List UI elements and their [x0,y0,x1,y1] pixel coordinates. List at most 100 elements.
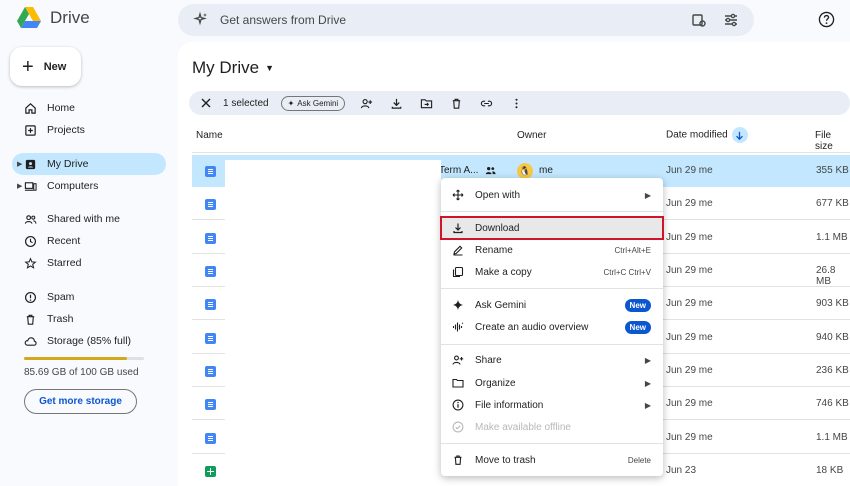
menu-item-file-information[interactable]: File information ▶ [441,394,663,416]
submenu-arrow-icon: ▶ [644,355,651,365]
google-doc-icon [205,299,216,310]
sidebar-item-spam[interactable]: Spam [0,286,168,308]
date-modified: Jun 29 me [666,165,713,176]
menu-item-label: Make available offline [475,421,571,433]
trash-icon [22,311,38,327]
search-input[interactable]: Get answers from Drive [220,13,676,27]
column-header-size[interactable]: File size [815,130,850,152]
date-modified: Jun 29 me [666,332,713,343]
drive-logo[interactable]: Drive [16,6,90,30]
sidebar-item-trash[interactable]: Trash [0,308,168,330]
drive-window: Drive Get answers from Drive + New Home [0,0,850,486]
menu-item-download[interactable]: Download [440,216,664,240]
date-modified: Jun 23 [666,465,697,476]
trash-icon[interactable] [441,91,471,115]
shortcut-text: Ctrl+Alt+E [614,245,651,255]
menu-divider [441,443,663,444]
close-icon[interactable] [193,91,219,115]
computers-icon [22,178,38,194]
file-size: 903 KB [816,298,849,309]
menu-item-label: Move to trash [475,454,536,466]
shortcut-text: Delete [627,455,651,465]
column-header-date-label: Date modified [666,129,728,141]
audio-wave-icon [451,320,465,334]
sidebar-item-projects[interactable]: Projects [0,119,168,141]
context-menu: Open with ▶ Download Rename Ctrl+Alt+E M… [440,178,664,476]
search-bar[interactable]: Get answers from Drive [178,4,754,36]
sidebar-item-storage[interactable]: Storage (85% full) [0,330,168,352]
sparkle-icon [451,298,465,312]
sidebar-item-recent[interactable]: Recent [0,230,168,252]
sidebar-item-home[interactable]: Home [0,97,168,119]
share-icon[interactable] [351,91,381,115]
page-title[interactable]: My Drive ▼ [192,58,274,78]
date-modified: Jun 29 me [666,365,713,376]
date-modified: Jun 29 me [666,232,713,243]
menu-item-rename[interactable]: Rename Ctrl+Alt+E [441,239,663,261]
column-header-date[interactable]: Date modified [666,127,748,143]
info-icon [451,398,465,412]
menu-item-label: Organize [475,377,516,389]
new-button[interactable]: + New [10,47,81,86]
sidebar-item-computers[interactable]: ▶ Computers [0,175,168,197]
share-person-icon [451,353,465,367]
projects-icon [22,122,38,138]
move-to-folder-icon[interactable] [411,91,441,115]
date-modified: Jun 29 me [666,298,713,309]
file-size: 940 KB [816,332,849,343]
app-name: Drive [50,8,90,27]
help-icon[interactable] [818,11,835,28]
menu-divider [441,344,663,345]
search-scope-icon[interactable] [690,11,708,29]
trash-icon [451,453,465,467]
link-icon[interactable] [471,91,501,115]
submenu-arrow-icon: ▶ [644,190,651,200]
ask-gemini-button[interactable]: ✦ Ask Gemini [280,95,346,111]
download-icon[interactable] [381,91,411,115]
sidebar-item-label: Home [47,102,76,114]
google-doc-icon [205,266,216,277]
submenu-arrow-icon: ▶ [644,400,651,410]
menu-item-label: Share [475,354,502,366]
menu-item-share[interactable]: Share ▶ [441,349,663,371]
sort-arrow-down-icon[interactable] [731,127,748,143]
menu-item-label: Ask Gemini [475,299,527,311]
file-size: 677 KB [816,198,849,209]
star-icon [22,255,38,271]
sidebar-item-my-drive[interactable]: ▶ My Drive [12,153,166,175]
menu-item-audio-overview[interactable]: Create an audio overview New [441,316,663,338]
menu-item-label: Download [475,222,520,234]
google-doc-icon [205,166,216,177]
selected-count: 1 selected [223,97,269,109]
menu-item-label: File information [475,399,544,411]
new-label: New [43,60,67,73]
file-size: 746 KB [816,398,849,409]
google-doc-icon [205,433,216,444]
sidebar-item-label: Storage (85% full) [47,335,132,347]
filter-icon[interactable] [722,11,740,29]
get-more-storage-button[interactable]: Get more storage [24,389,137,414]
column-header-owner[interactable]: Owner [517,130,546,141]
menu-item-label: Make a copy [475,266,532,278]
new-badge: New [624,320,651,334]
file-size: 18 KB [816,465,844,476]
sidebar-item-shared-with-me[interactable]: Shared with me [0,208,168,230]
menu-item-open-with[interactable]: Open with ▶ [441,184,663,206]
sidebar-item-starred[interactable]: Starred [0,252,168,274]
file-size: 1.1 MB [816,432,848,443]
file-size: 1.1 MB [816,232,848,243]
menu-item-move-to-trash[interactable]: Move to trash Delete [441,449,663,471]
column-header-name[interactable]: Name [196,130,223,141]
submenu-arrow-icon: ▶ [644,378,651,388]
more-options-icon[interactable] [501,91,531,115]
avatar: 🐧 [517,163,533,179]
page-title-text: My Drive [192,58,260,77]
google-doc-icon [205,199,216,210]
menu-item-make-copy[interactable]: Make a copy Ctrl+C Ctrl+V [441,261,663,283]
menu-item-ask-gemini[interactable]: Ask Gemini New [441,294,663,316]
menu-item-organize[interactable]: Organize ▶ [441,372,663,394]
google-doc-icon [205,366,216,377]
shortcut-text: Ctrl+C Ctrl+V [603,267,651,277]
copy-icon [451,265,465,279]
cloud-icon [22,333,38,349]
